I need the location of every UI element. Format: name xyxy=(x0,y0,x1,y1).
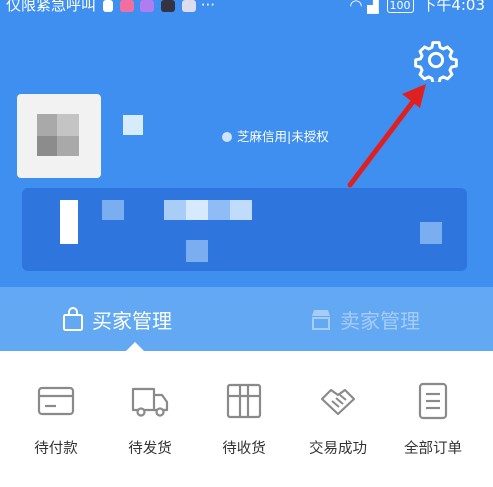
avatar-blur xyxy=(57,114,79,136)
credit-text: 芝麻信用|未授权 xyxy=(237,129,329,144)
app-notification-icon xyxy=(181,0,196,12)
username-blurred[interactable] xyxy=(123,115,143,135)
sesame-icon xyxy=(222,132,232,142)
status-right: ◠ ▟ 100 下午4:03 xyxy=(349,0,485,16)
management-tabs: 买家管理 卖家管理 xyxy=(0,287,493,351)
order-shortcuts: 待付款 待发货 待收货 交易成功 全部订单 xyxy=(0,351,493,487)
carrier-text: 仅限紧急呼叫 xyxy=(6,0,97,14)
blurred-content xyxy=(230,200,252,220)
package-box-icon xyxy=(226,383,262,419)
avatar[interactable] xyxy=(17,94,101,178)
more-icon: ··· xyxy=(200,0,216,14)
order-completed[interactable]: 交易成功 xyxy=(293,381,383,458)
status-left: 仅限紧急呼叫 ··· xyxy=(6,0,215,16)
order-to-ship[interactable]: 待发货 xyxy=(105,381,195,458)
order-label: 待付款 xyxy=(34,441,78,457)
order-to-receive[interactable]: 待收货 xyxy=(199,381,289,458)
tab-seller-management[interactable]: 卖家管理 xyxy=(310,287,420,351)
order-label: 交易成功 xyxy=(309,441,367,457)
order-all[interactable]: 全部订单 xyxy=(388,381,478,458)
account-info-card[interactable] xyxy=(22,188,467,271)
app-notification-icon xyxy=(140,0,155,12)
list-document-icon xyxy=(418,382,448,420)
blurred-content xyxy=(420,222,442,244)
signal-icon: ▟ xyxy=(367,0,379,14)
blurred-content xyxy=(186,240,208,262)
wallet-card-icon xyxy=(37,386,75,416)
app-notification-icon xyxy=(119,0,134,12)
annotation-arrow xyxy=(347,84,426,188)
storefront-icon xyxy=(312,310,330,330)
avatar-blur xyxy=(37,136,57,156)
battery-icon: 100 xyxy=(386,0,414,13)
blurred-content xyxy=(164,200,186,220)
truck-icon xyxy=(131,387,169,417)
blurred-content xyxy=(186,200,208,220)
app-notification-icon xyxy=(102,0,113,12)
order-pending-payment[interactable]: 待付款 xyxy=(11,381,101,458)
shopping-bag-icon xyxy=(63,307,83,331)
app-notification-icon xyxy=(161,0,176,12)
blurred-content xyxy=(60,200,78,244)
active-tab-indicator xyxy=(126,342,144,351)
wifi-icon: ◠ xyxy=(349,0,363,14)
blurred-content xyxy=(102,200,124,220)
clock-text: 下午4:03 xyxy=(421,0,485,14)
order-label: 全部订单 xyxy=(404,441,462,457)
handshake-icon xyxy=(320,388,356,416)
tab-buyer-management[interactable]: 买家管理 xyxy=(62,287,172,351)
tab-label: 买家管理 xyxy=(92,308,172,333)
order-label: 待收货 xyxy=(222,441,266,457)
zhima-credit-link[interactable]: 芝麻信用|未授权 xyxy=(222,126,329,145)
status-bar: 仅限紧急呼叫 ··· ◠ ▟ 100 下午4:03 xyxy=(0,0,493,16)
tab-label: 卖家管理 xyxy=(340,308,420,333)
blurred-content xyxy=(208,200,230,220)
order-label: 待发货 xyxy=(128,441,172,457)
